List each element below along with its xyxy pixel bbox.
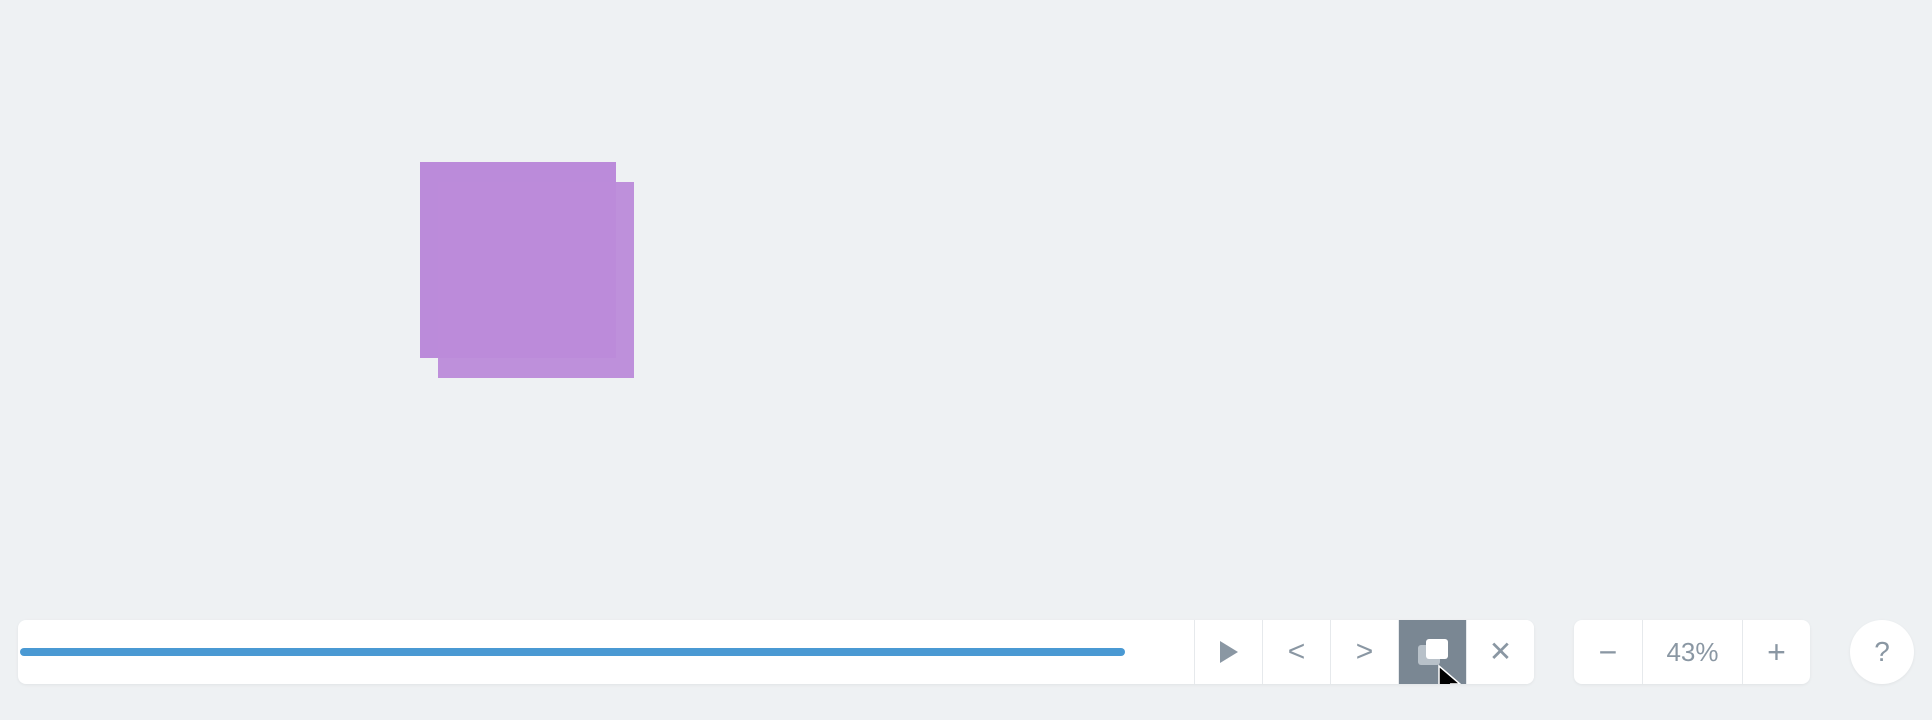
plus-icon: + (1767, 634, 1786, 671)
cursor-pointer-icon (1437, 664, 1463, 684)
zoom-level-display[interactable]: 43% (1642, 620, 1742, 684)
current-state-button[interactable]: Show current state (1398, 620, 1466, 684)
chevron-right-icon: > (1356, 637, 1374, 667)
minus-icon: − (1599, 634, 1618, 671)
stacked-squares-icon (1418, 639, 1448, 665)
help-icon: ? (1874, 636, 1890, 668)
play-icon (1218, 639, 1240, 665)
prev-button[interactable]: < (1262, 620, 1330, 684)
timeline-progress-fill (20, 648, 1125, 656)
shape-square-front[interactable] (438, 182, 634, 378)
zoom-group: − 43% + (1574, 620, 1810, 684)
next-button[interactable]: > (1330, 620, 1398, 684)
help-button[interactable]: ? (1850, 620, 1914, 684)
bottom-toolbar: < > Show current state ✕ − 43% + (18, 620, 1914, 684)
zoom-in-button[interactable]: + (1742, 620, 1810, 684)
timeline-track[interactable] (18, 620, 1194, 684)
timeline-group: < > Show current state ✕ (18, 620, 1534, 684)
play-button[interactable] (1194, 620, 1262, 684)
canvas-area[interactable] (0, 0, 1932, 720)
close-icon: ✕ (1489, 638, 1512, 666)
zoom-out-button[interactable]: − (1574, 620, 1642, 684)
close-button[interactable]: ✕ (1466, 620, 1534, 684)
chevron-left-icon: < (1288, 637, 1306, 667)
